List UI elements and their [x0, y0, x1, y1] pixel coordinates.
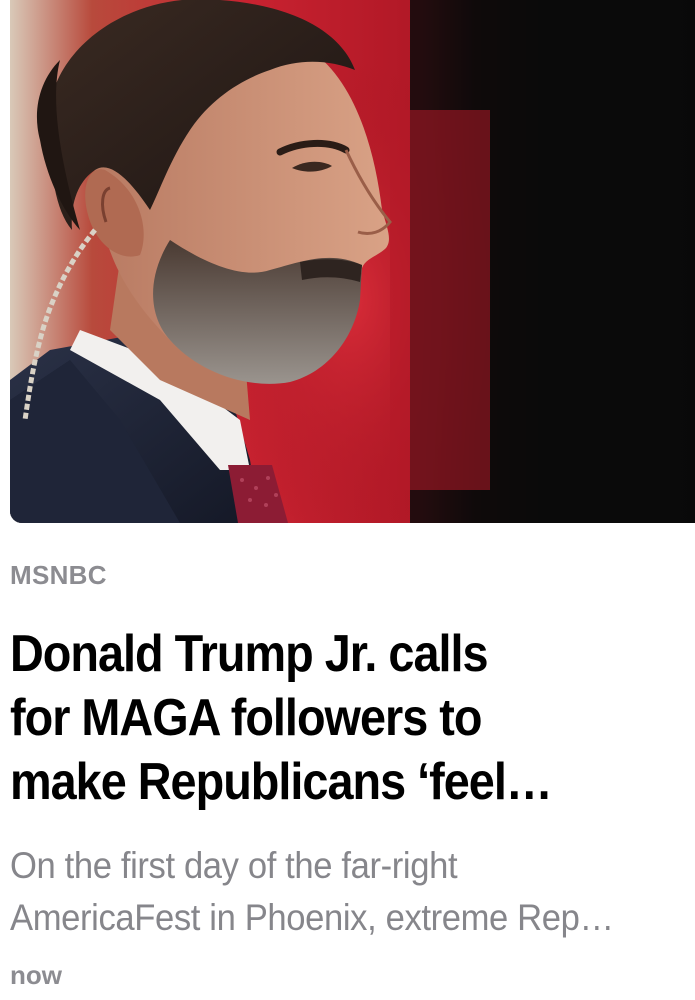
article-image[interactable] [10, 0, 695, 523]
summary-line: AmericaFest in Phoenix, extreme Rep… [10, 897, 614, 938]
headline-line: for MAGA followers to [10, 689, 482, 747]
article-source: MSNBC [10, 560, 107, 590]
headline-line: make Republicans ‘feel… [10, 753, 553, 811]
news-article-card[interactable]: MSNBC Donald Trump Jr. calls for MAGA fo… [0, 0, 695, 1000]
headline-line: Donald Trump Jr. calls [10, 625, 489, 683]
article-summary: On the first day of the far-right Americ… [10, 840, 655, 944]
summary-line: On the first day of the far-right [10, 845, 458, 886]
news-photo-illustration [10, 0, 695, 523]
article-headline[interactable]: Donald Trump Jr. calls for MAGA follower… [10, 622, 631, 814]
article-timestamp: now [10, 960, 62, 990]
